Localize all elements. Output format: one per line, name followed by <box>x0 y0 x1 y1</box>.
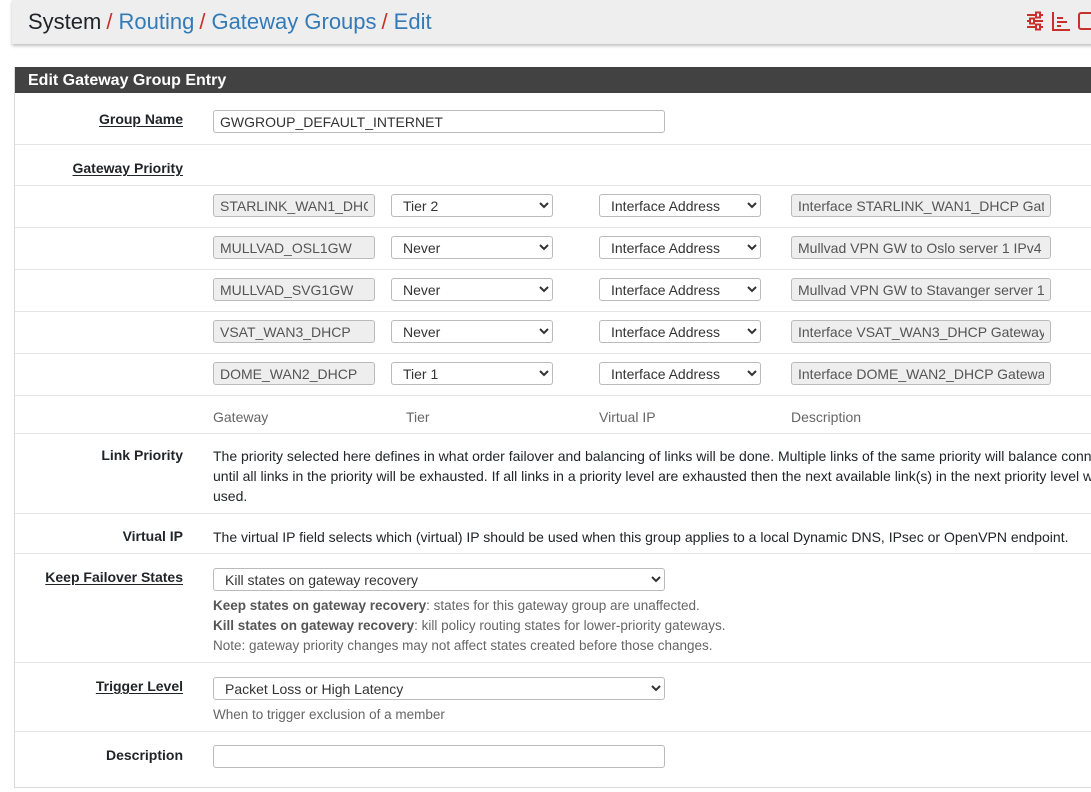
description-label: Description <box>105 747 183 763</box>
edit-gateway-group-panel: Edit Gateway Group Entry Group Name Gate… <box>14 67 1091 788</box>
group-name-input[interactable] <box>213 110 665 133</box>
gateway-row: Tier 2 Interface Address <box>15 185 1091 227</box>
gateway-column-headers: Gateway Tier Virtual IP Description <box>15 395 1091 433</box>
group-name-label: Group Name <box>98 111 183 127</box>
breadcrumb-edit-link[interactable]: Edit <box>394 9 432 34</box>
help-term: Kill states on gateway recovery <box>213 618 415 633</box>
link-priority-row: Link Priority The priority selected here… <box>15 433 1091 513</box>
help-icon[interactable] <box>1077 10 1091 32</box>
gateway-name-field <box>213 278 375 301</box>
link-priority-text: The priority selected here defines in wh… <box>213 446 1091 506</box>
tier-select[interactable]: Never <box>391 320 553 343</box>
trigger-level-select[interactable]: Packet Loss or High Latency <box>213 677 665 700</box>
gateway-name-field <box>213 320 375 343</box>
gateway-row: Never Interface Address <box>15 269 1091 311</box>
trigger-level-help: When to trigger exclusion of a member <box>213 707 445 722</box>
trigger-level-label: Trigger Level <box>95 678 183 694</box>
virtual-ip-select[interactable]: Interface Address <box>599 278 761 301</box>
column-header-gateway: Gateway <box>213 409 269 425</box>
link-priority-label: Link Priority <box>101 447 183 463</box>
link-priority-line: used. <box>213 488 248 504</box>
gateway-description-field[interactable] <box>791 320 1051 343</box>
gateway-description-field[interactable] <box>791 236 1051 259</box>
tier-select[interactable]: Never <box>391 278 553 301</box>
trigger-level-row: Trigger Level Packet Loss or High Latenc… <box>15 662 1091 731</box>
breadcrumb-gateway-groups-link[interactable]: Gateway Groups <box>211 9 376 34</box>
tier-select[interactable]: Tier 1 <box>391 362 553 385</box>
description-input[interactable] <box>213 745 665 768</box>
gateway-name-field <box>213 236 375 259</box>
breadcrumb: System / Routing / Gateway Groups / Edit <box>28 9 432 35</box>
breadcrumb-bar: System / Routing / Gateway Groups / Edit <box>12 0 1091 44</box>
gateway-row: Never Interface Address <box>15 311 1091 353</box>
link-priority-line: The priority selected here defines in wh… <box>213 448 1091 464</box>
virtual-ip-select[interactable]: Interface Address <box>599 320 761 343</box>
column-header-virtual-ip: Virtual IP <box>599 409 656 425</box>
column-header-description: Description <box>791 409 862 425</box>
breadcrumb-routing-link[interactable]: Routing <box>118 9 194 34</box>
gateway-description-field[interactable] <box>791 278 1051 301</box>
keep-failover-states-label: Keep Failover States <box>45 569 183 585</box>
breadcrumb-separator: / <box>381 9 388 34</box>
help-text: : kill policy routing states for lower-p… <box>414 618 726 633</box>
virtual-ip-select[interactable]: Interface Address <box>599 236 761 259</box>
keep-failover-states-select[interactable]: Kill states on gateway recovery <box>213 568 665 591</box>
description-row: Description <box>15 731 1091 792</box>
tier-select[interactable]: Tier 2 <box>391 194 553 217</box>
breadcrumb-separator: / <box>199 9 206 34</box>
virtual-ip-text: The virtual IP field selects which (virt… <box>213 529 1069 545</box>
gateway-priority-label: Gateway Priority <box>72 160 184 176</box>
keep-failover-states-row: Keep Failover States Kill states on gate… <box>15 553 1091 662</box>
gateway-priority-row: Gateway Priority <box>15 144 1091 185</box>
breadcrumb-separator: / <box>106 9 113 34</box>
chart-icon[interactable] <box>1051 10 1071 32</box>
tier-select[interactable]: Never <box>391 236 553 259</box>
gateway-name-field <box>213 194 375 217</box>
help-term: Keep states on gateway recovery <box>213 598 427 613</box>
gateway-description-field[interactable] <box>791 362 1051 385</box>
gateway-row: Never Interface Address <box>15 227 1091 269</box>
help-text: : states for this gateway group are unaf… <box>426 598 700 613</box>
gateway-description-field[interactable] <box>791 194 1051 217</box>
group-name-row: Group Name <box>15 93 1091 143</box>
virtual-ip-row: Virtual IP The virtual IP field selects … <box>15 513 1091 553</box>
virtual-ip-select[interactable]: Interface Address <box>599 194 761 217</box>
toolbar-icons <box>1025 10 1091 32</box>
link-priority-line: until all links in the priority will be … <box>213 468 1091 484</box>
breadcrumb-system: System <box>28 9 102 34</box>
settings-sliders-icon[interactable] <box>1025 10 1045 32</box>
virtual-ip-select[interactable]: Interface Address <box>599 362 761 385</box>
gateway-row: Tier 1 Interface Address <box>15 353 1091 395</box>
help-note: Note: gateway priority changes may not a… <box>213 638 713 653</box>
keep-failover-states-help: Keep states on gateway recovery: states … <box>213 596 725 656</box>
virtual-ip-label: Virtual IP <box>122 528 183 544</box>
gateway-name-field <box>213 362 375 385</box>
column-header-tier: Tier <box>406 409 430 425</box>
panel-heading: Edit Gateway Group Entry <box>15 67 1091 93</box>
